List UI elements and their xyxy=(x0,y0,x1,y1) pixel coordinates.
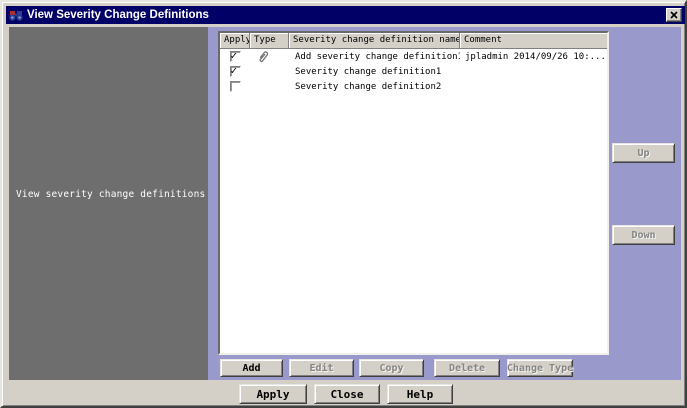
up-button[interactable]: Up xyxy=(612,143,675,163)
checkmark-icon: ✓ xyxy=(231,64,238,77)
apply-checkbox[interactable]: ✓ xyxy=(230,51,241,62)
description-panel: View severity change definitions xyxy=(9,27,208,380)
close-window-button[interactable] xyxy=(666,8,682,22)
change-type-button[interactable]: Change Type xyxy=(507,359,573,377)
table-row[interactable]: ✓ Severity change definition1 xyxy=(220,64,607,79)
copy-button[interactable]: Copy xyxy=(359,359,424,377)
edit-button[interactable]: Edit xyxy=(289,359,354,377)
definition-name: Severity change definition2 xyxy=(289,82,460,92)
view-severity-change-definitions-dialog: View Severity Change Definitions View se… xyxy=(0,0,687,408)
down-button[interactable]: Down xyxy=(612,225,675,245)
column-header-name: Severity change definition name xyxy=(289,33,460,49)
window-title: View Severity Change Definitions xyxy=(27,9,209,21)
binoculars-icon xyxy=(9,9,23,22)
table-row[interactable]: ✓ Add severity change definition1 jpladm… xyxy=(220,49,607,64)
close-button[interactable]: Close xyxy=(314,384,380,404)
help-button[interactable]: Help xyxy=(387,384,453,404)
checkmark-icon: ✓ xyxy=(231,49,238,62)
table-header: Apply Type Severity change definition na… xyxy=(220,33,607,49)
description-label: View severity change definitions xyxy=(16,189,205,200)
delete-button[interactable]: Delete xyxy=(434,359,500,377)
close-icon xyxy=(670,11,678,19)
column-header-apply: Apply xyxy=(220,33,250,49)
column-header-type: Type xyxy=(250,33,289,49)
apply-checkbox[interactable]: ✓ xyxy=(230,66,241,77)
main-panel: Apply Type Severity change definition na… xyxy=(208,27,681,380)
titlebar: View Severity Change Definitions xyxy=(6,6,685,24)
apply-checkbox[interactable]: ✓ xyxy=(230,81,241,92)
definition-name: Add severity change definition1 xyxy=(289,52,460,62)
definition-comment: jpladmin 2014/09/26 10:... xyxy=(460,52,607,62)
definitions-table: Apply Type Severity change definition na… xyxy=(218,31,609,355)
attachment-icon xyxy=(257,50,268,63)
column-header-comment: Comment xyxy=(460,33,607,49)
definition-name: Severity change definition1 xyxy=(289,67,460,77)
apply-button[interactable]: Apply xyxy=(239,384,307,404)
table-row[interactable]: ✓ Severity change definition2 xyxy=(220,79,607,94)
add-button[interactable]: Add xyxy=(220,359,283,377)
